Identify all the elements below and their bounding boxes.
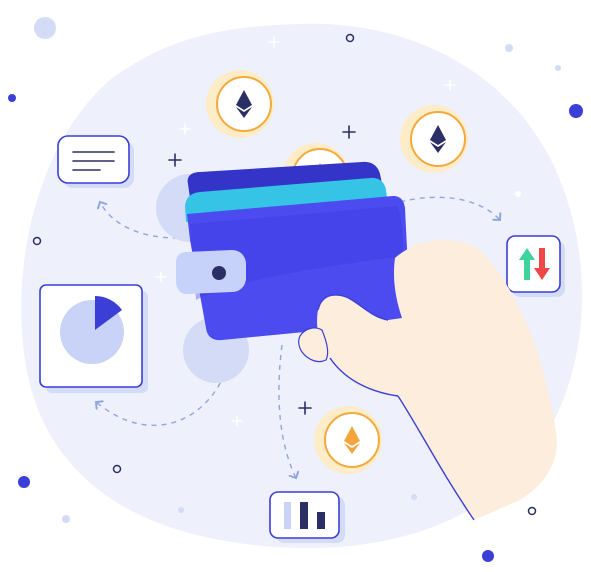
ethereum-coin-icon bbox=[400, 105, 468, 173]
bar-chart-icon bbox=[269, 491, 345, 543]
wallet-icon bbox=[176, 161, 410, 341]
pie-chart-icon bbox=[39, 284, 148, 393]
ethereum-coin-icon bbox=[314, 406, 382, 474]
wallet-illustration bbox=[8, 17, 583, 562]
up-down-arrows-icon bbox=[506, 235, 565, 297]
illustration-stage bbox=[0, 0, 591, 572]
ethereum-coin-icon bbox=[206, 70, 274, 138]
text-card-icon bbox=[57, 135, 134, 188]
